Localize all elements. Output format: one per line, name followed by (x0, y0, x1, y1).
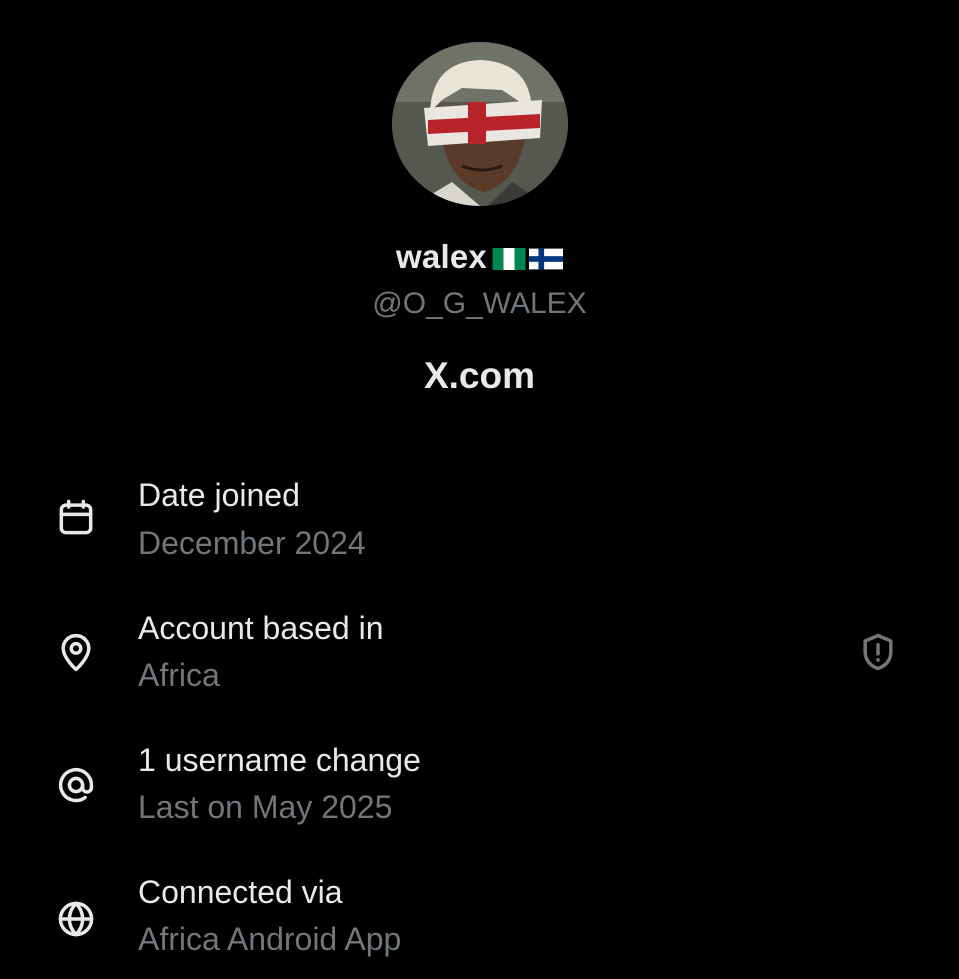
info-value: Last on May 2025 (138, 789, 393, 825)
info-row-connected-via: Connected via Africa Android App (0, 873, 959, 973)
display-name-row: walex (0, 237, 959, 279)
shield-alert-icon[interactable] (856, 630, 900, 674)
globe-icon (54, 897, 98, 941)
info-title: Date joined (138, 477, 300, 513)
calendar-icon (54, 496, 98, 540)
info-value: Africa Android App (138, 921, 402, 957)
info-title: 1 username change (138, 742, 421, 778)
site-label: X.com (423, 355, 536, 396)
at-sign-icon (54, 763, 98, 807)
finland-flag-icon (528, 248, 563, 270)
info-value: Africa (138, 657, 220, 693)
info-row-username-change: 1 username change Last on May 2025 (0, 741, 959, 841)
display-name: walex (396, 238, 487, 275)
username-handle: @O_G_WALEX (372, 287, 587, 320)
info-title: Connected via (138, 874, 343, 910)
profile-avatar[interactable] (392, 42, 568, 206)
info-title: Account based in (138, 610, 384, 646)
avatar-image (392, 42, 568, 206)
nigeria-flag-icon (492, 247, 526, 270)
flag-emojis (489, 236, 563, 276)
info-row-account-based-in[interactable]: Account based in Africa (0, 609, 959, 709)
location-pin-icon (54, 631, 98, 675)
info-value: December 2024 (138, 525, 366, 561)
info-row-date-joined: Date joined December 2024 (0, 476, 959, 576)
